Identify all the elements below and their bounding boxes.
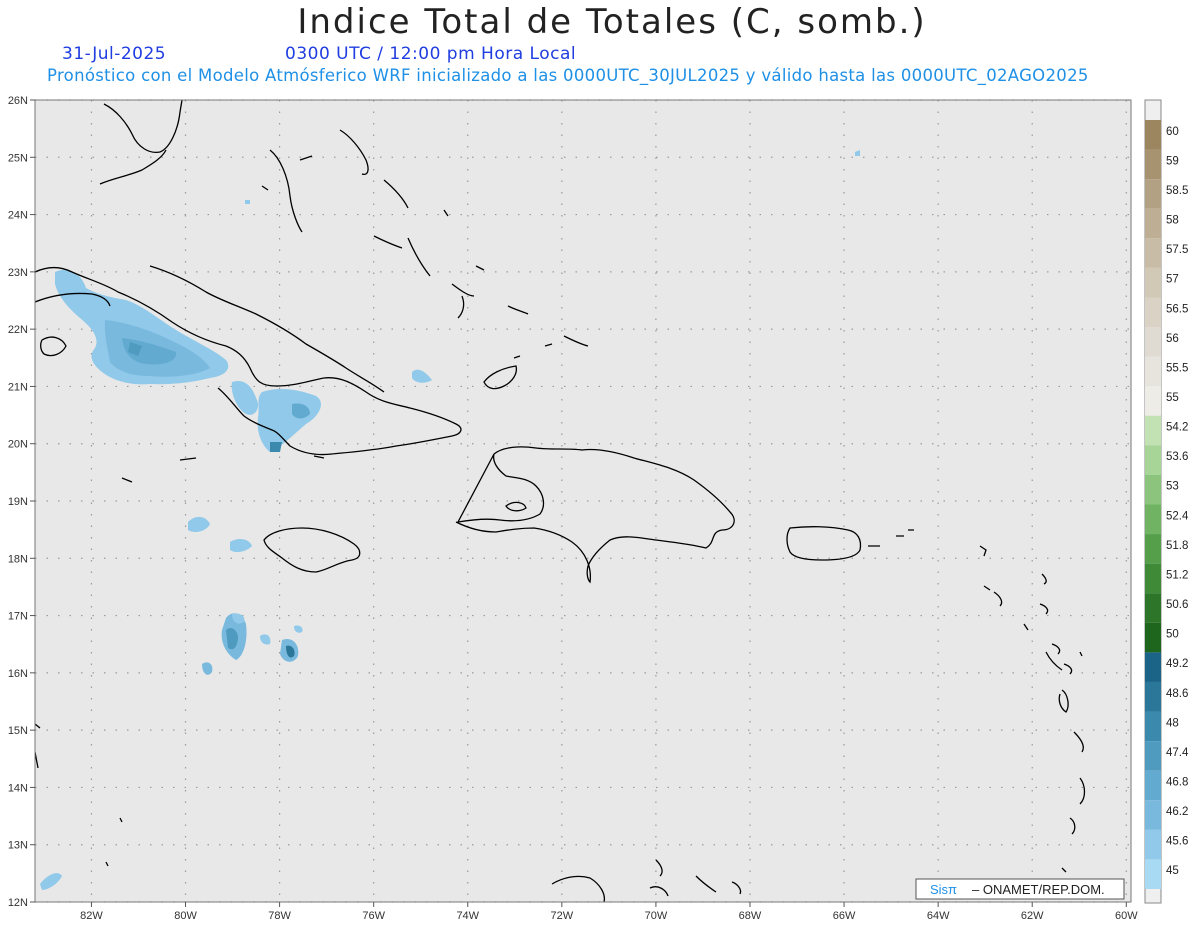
legend-level: 45	[1166, 865, 1179, 877]
lat-label: 22N	[8, 324, 28, 336]
legend-swatch	[1145, 681, 1161, 712]
legend-swatch	[1145, 267, 1161, 298]
legend-level: 56	[1166, 333, 1179, 345]
legend-level: 48.6	[1166, 688, 1188, 700]
latitude-labels: 26N 25N 24N 23N 22N 21N 20N 19N 18N 17N 16N 15N 14N 1…	[8, 95, 35, 909]
shade-l	[245, 200, 250, 204]
legend-swatch	[1145, 297, 1161, 328]
lat-label: 20N	[8, 439, 28, 451]
legend-swatch	[1145, 770, 1161, 801]
lat-label: 19N	[8, 496, 28, 508]
legend-swatch	[1145, 356, 1161, 387]
lat-label: 18N	[8, 553, 28, 565]
legend-level: 56.5	[1166, 303, 1188, 315]
legend-level: 57.5	[1166, 244, 1188, 256]
legend-swatch	[1145, 327, 1161, 357]
lat-label: 25N	[8, 152, 28, 164]
credit-box: Sisπ – ONAMET/REP.DOM.	[915, 878, 1125, 900]
legend-level: 48	[1166, 717, 1179, 729]
lon-label: 62W	[1021, 910, 1044, 922]
legend-swatch	[1145, 474, 1161, 505]
lat-label: 14N	[8, 782, 28, 794]
color-scale-legend: 60 59 58.5 58 57.5 57 56.5 56 55.5 55 54.2 53.6 53 52…	[1144, 99, 1189, 904]
legend-swatch	[1145, 534, 1161, 564]
lon-label: 78W	[268, 910, 291, 922]
legend-level: 60	[1166, 126, 1179, 138]
legend-swatch	[1145, 208, 1161, 239]
legend-swatch	[1145, 149, 1161, 180]
credit-brand: Sisπ	[930, 882, 957, 897]
legend-swatch	[1145, 859, 1161, 889]
legend-level: 47.4	[1166, 747, 1189, 759]
legend-level: 46.8	[1166, 776, 1188, 788]
lon-label: 76W	[362, 910, 385, 922]
legend-level: 53.6	[1166, 451, 1188, 463]
legend-swatch	[1145, 800, 1161, 830]
longitude-labels: 82W 80W 78W 76W 74W 72W 70W 68W 66W 64W 62W 60W	[80, 902, 1138, 922]
legend-level: 53	[1166, 481, 1179, 493]
legend-swatch	[1145, 829, 1161, 860]
legend-swatch	[1145, 386, 1161, 416]
lon-label: 68W	[739, 910, 762, 922]
legend-level: 57	[1166, 274, 1179, 286]
legend-level: 55	[1166, 392, 1179, 404]
lat-label: 17N	[8, 611, 28, 623]
legend-level: 55.5	[1166, 362, 1188, 374]
lon-label: 82W	[80, 910, 103, 922]
legend-level: 54.2	[1166, 422, 1188, 434]
legend-swatch	[1145, 741, 1161, 771]
lon-label: 80W	[174, 910, 197, 922]
lat-label: 24N	[8, 210, 28, 222]
lon-label: 74W	[456, 910, 479, 922]
lat-label: 21N	[8, 381, 28, 393]
lat-label: 23N	[8, 267, 28, 279]
legend-swatch	[1145, 504, 1161, 535]
lon-label: 70W	[645, 910, 668, 922]
legend-level: 49.2	[1166, 658, 1188, 670]
legend-swatch	[1145, 563, 1161, 594]
legend-swatch	[1145, 652, 1161, 682]
map-figure: 26N 25N 24N 23N 22N 21N 20N 19N 18N 17N 16N 15N 14N 1…	[8, 95, 1189, 922]
legend-level: 45.6	[1166, 836, 1188, 848]
lat-label: 12N	[8, 897, 28, 909]
legend-level: 50.6	[1166, 599, 1188, 611]
legend-swatch	[1145, 622, 1161, 653]
legend-level: 50	[1166, 629, 1179, 641]
legend-swatch	[1145, 711, 1161, 742]
lat-label: 26N	[8, 95, 28, 107]
legend-level: 59	[1166, 155, 1179, 167]
legend-swatch	[1145, 238, 1161, 268]
lat-label: 13N	[8, 840, 28, 852]
legend-level: 52.4	[1166, 510, 1189, 522]
shade-windward-spot	[270, 442, 282, 452]
lon-label: 64W	[927, 910, 950, 922]
lat-label: 16N	[8, 668, 28, 680]
legend-level: 58.5	[1166, 185, 1188, 197]
legend-swatch	[1145, 445, 1161, 475]
lat-label: 15N	[8, 725, 28, 737]
lon-label: 66W	[833, 910, 856, 922]
legend-level: 58	[1166, 215, 1179, 227]
legend-level: 51.2	[1166, 569, 1188, 581]
lon-label: 72W	[551, 910, 574, 922]
legend-level: 51.8	[1166, 540, 1188, 552]
lon-label: 60W	[1115, 910, 1138, 922]
legend-level: 46.2	[1166, 806, 1188, 818]
legend-swatch	[1145, 179, 1161, 209]
legend-swatch	[1145, 120, 1161, 150]
legend-swatch	[1145, 415, 1161, 446]
credit-org: – ONAMET/REP.DOM.	[972, 882, 1105, 897]
legend-swatch	[1145, 593, 1161, 623]
